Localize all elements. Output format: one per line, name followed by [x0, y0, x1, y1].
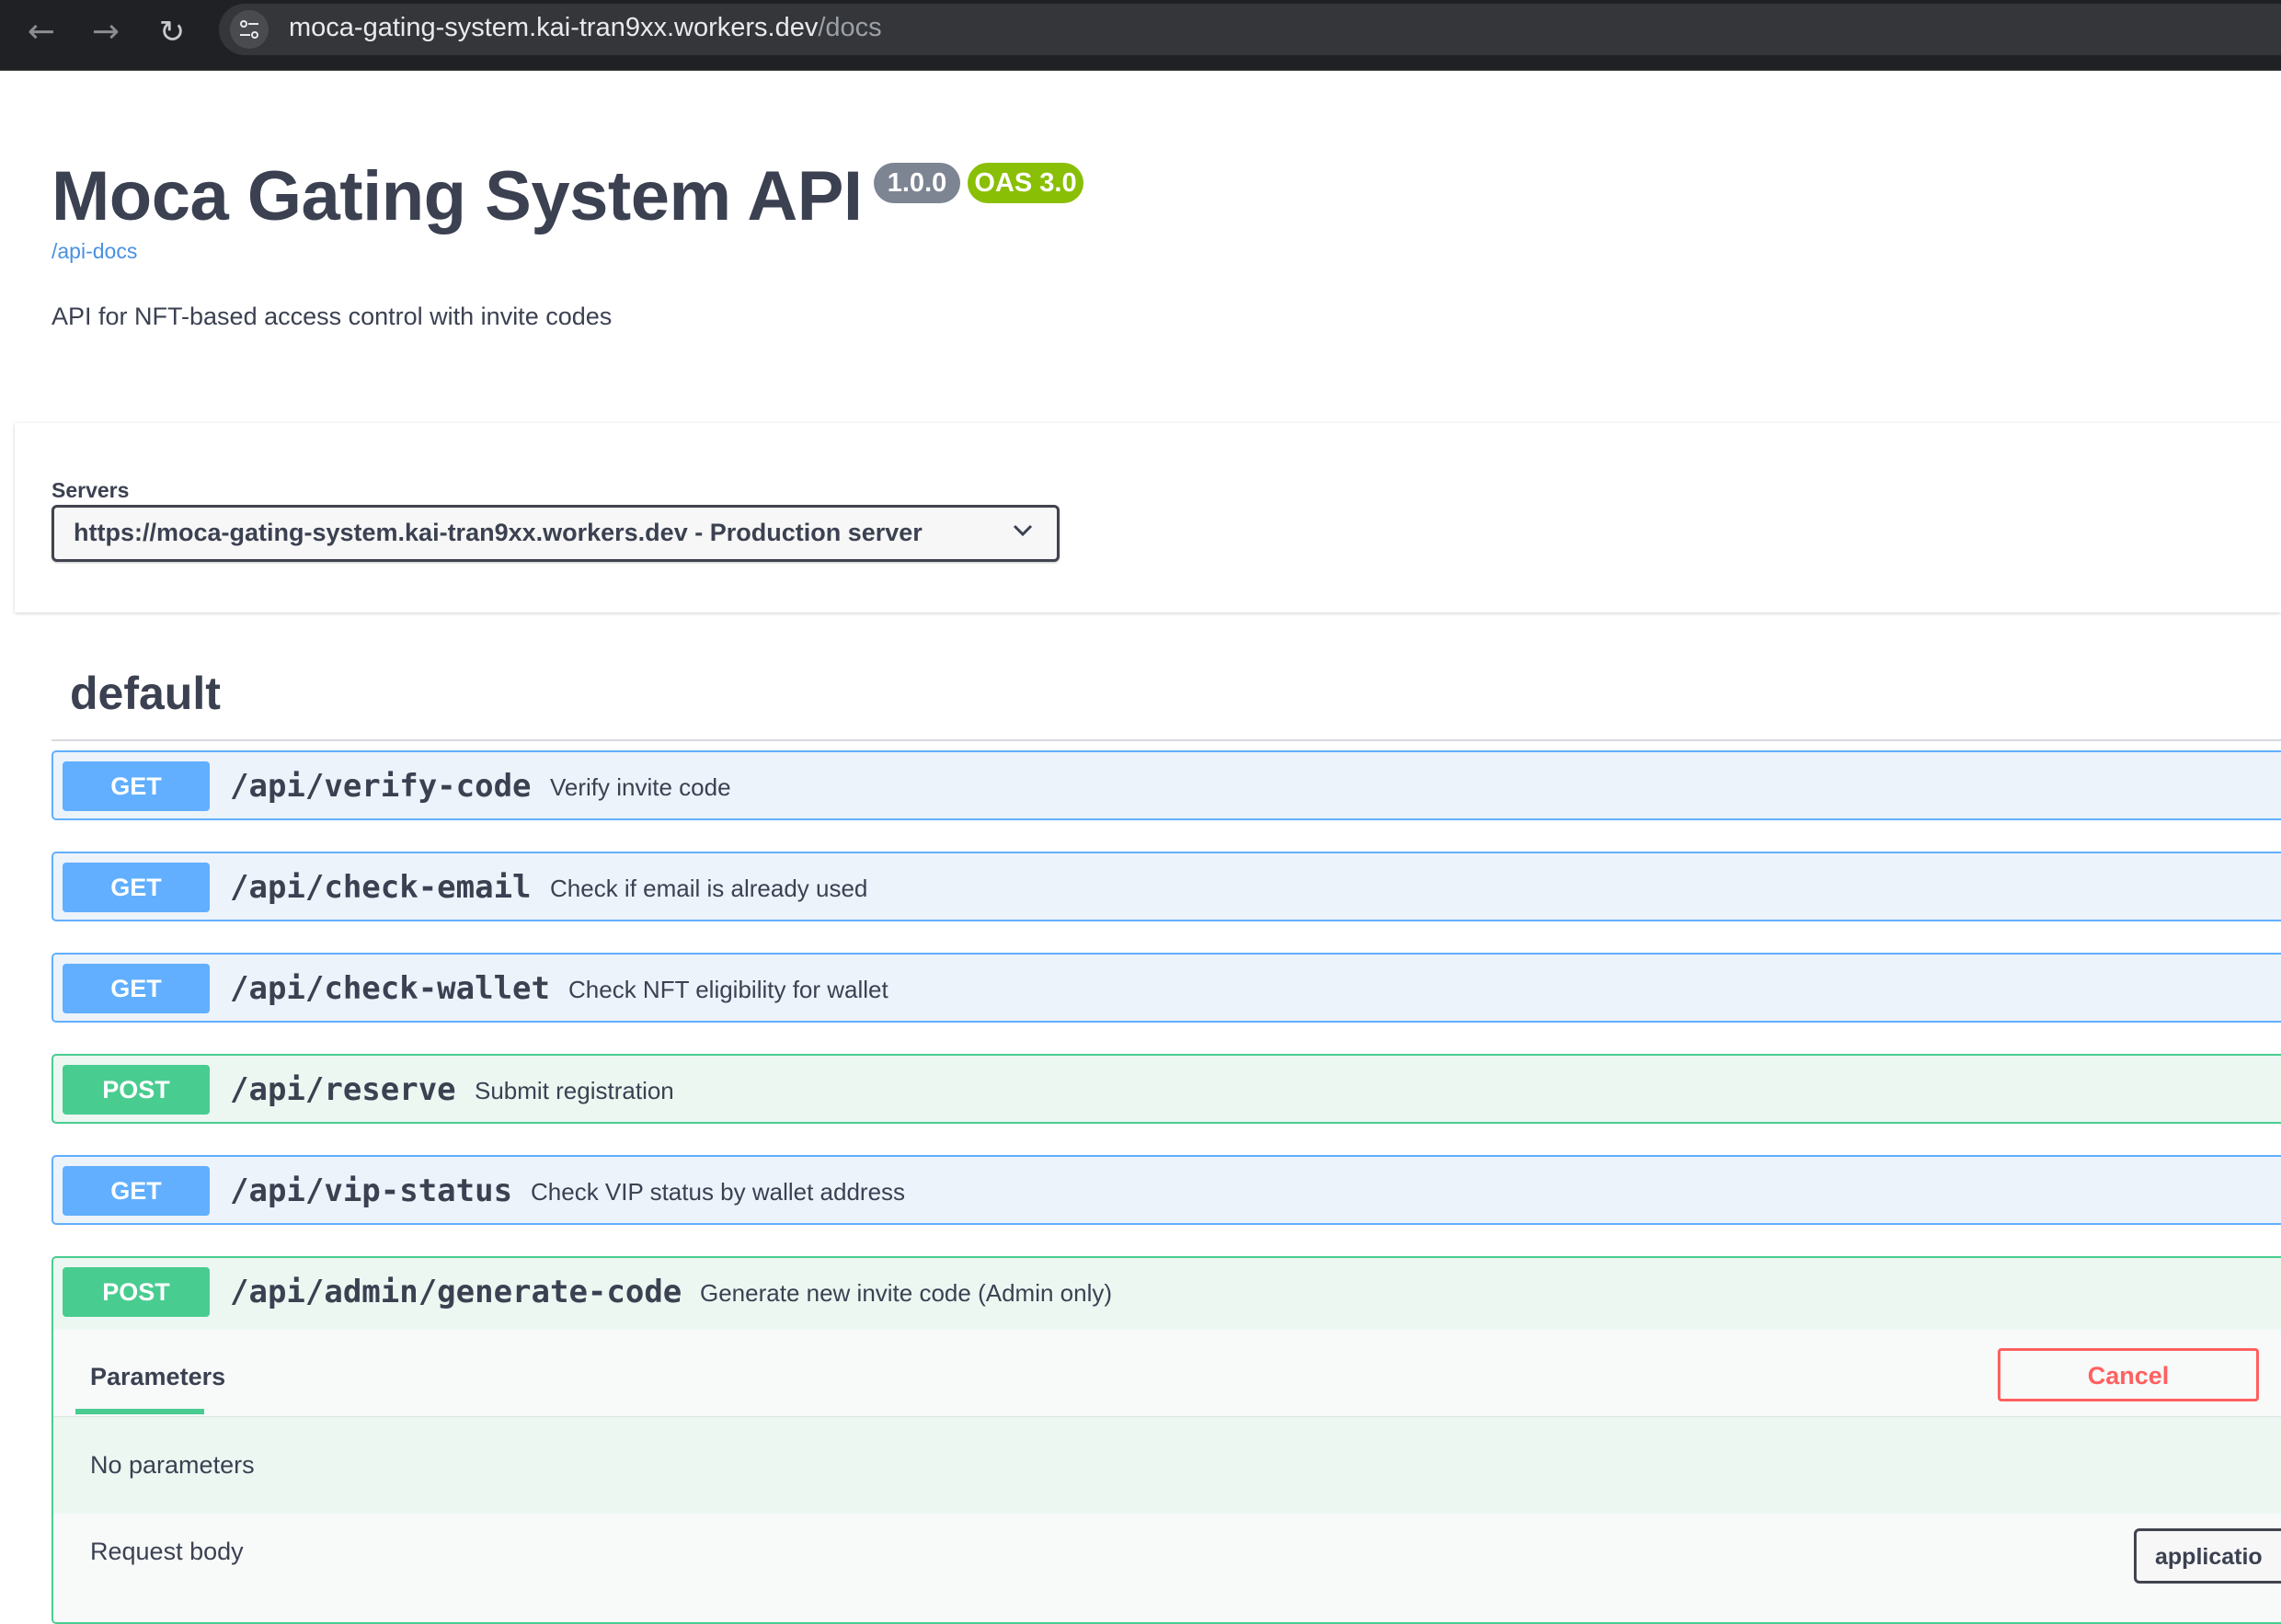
- operation-path: /api/check-wallet: [230, 970, 550, 1007]
- url-host: moca-gating-system.kai-tran9xx.workers.d…: [289, 13, 819, 42]
- api-title: Moca Gating System API: [52, 157, 863, 235]
- tab-parameters[interactable]: Parameters: [90, 1363, 225, 1391]
- forward-arrow-icon[interactable]: →: [83, 9, 129, 55]
- parameters-header: Parameters Cancel: [53, 1330, 2281, 1417]
- api-docs-link[interactable]: /api-docs: [52, 239, 137, 264]
- operation-path: /api/check-email: [230, 869, 532, 906]
- method-badge: GET: [63, 964, 210, 1013]
- browser-toolbar: ← → ↻ moca-gating-system.kai-tran9xx.wor…: [0, 0, 2281, 71]
- operation-path: /api/reserve: [230, 1071, 456, 1108]
- operation-post-reserve[interactable]: POST /api/reserve Submit registration: [52, 1054, 2281, 1124]
- oas-badge: OAS 3.0: [968, 163, 1083, 203]
- operation-summary: Generate new invite code (Admin only): [700, 1279, 1113, 1307]
- operation-get-vip-status[interactable]: GET /api/vip-status Check VIP status by …: [52, 1155, 2281, 1225]
- back-arrow-icon[interactable]: ←: [18, 9, 64, 55]
- server-select[interactable]: https://moca-gating-system.kai-tran9xx.w…: [52, 505, 1060, 562]
- method-badge: POST: [63, 1065, 210, 1115]
- version-badge: 1.0.0: [874, 163, 960, 203]
- tab-active-indicator: [75, 1409, 204, 1414]
- operation-summary: Check if email is already used: [550, 875, 868, 902]
- tag-heading-default[interactable]: default: [70, 667, 221, 720]
- operation-get-verify-code[interactable]: GET /api/verify-code Verify invite code: [52, 750, 2281, 820]
- operation-summary: Verify invite code: [550, 773, 731, 801]
- method-badge: GET: [63, 1166, 210, 1216]
- servers-panel: Servers https://moca-gating-system.kai-t…: [15, 423, 2281, 612]
- url-text[interactable]: moca-gating-system.kai-tran9xx.workers.d…: [289, 13, 882, 43]
- method-badge: GET: [63, 863, 210, 912]
- address-bar[interactable]: moca-gating-system.kai-tran9xx.workers.d…: [219, 4, 2281, 55]
- operation-get-check-wallet[interactable]: GET /api/check-wallet Check NFT eligibil…: [52, 953, 2281, 1023]
- tag-divider: [52, 739, 2281, 741]
- site-settings-icon[interactable]: [230, 10, 269, 49]
- operation-path: /api/verify-code: [230, 768, 532, 805]
- method-badge: POST: [63, 1267, 210, 1317]
- operation-path: /api/vip-status: [230, 1172, 513, 1209]
- operation-summary: Submit registration: [475, 1077, 674, 1104]
- request-body-label: Request body: [90, 1538, 244, 1565]
- method-badge: GET: [63, 761, 210, 811]
- operation-summary: Check VIP status by wallet address: [531, 1178, 906, 1206]
- operation-summary: Check NFT eligibility for wallet: [568, 976, 888, 1003]
- cancel-button[interactable]: Cancel: [1998, 1348, 2259, 1401]
- operation-get-check-email[interactable]: GET /api/check-email Check if email is a…: [52, 852, 2281, 921]
- server-selected-value: https://moca-gating-system.kai-tran9xx.w…: [74, 519, 923, 546]
- url-path: /docs: [818, 13, 882, 42]
- operation-path: /api/admin/generate-code: [230, 1274, 682, 1310]
- content-type-select[interactable]: applicatio: [2134, 1528, 2281, 1584]
- chevron-down-icon: [1013, 524, 1033, 537]
- no-parameters-text: No parameters: [90, 1451, 255, 1479]
- operation-post-admin-generate-code: POST /api/admin/generate-code Generate n…: [52, 1256, 2281, 1624]
- reload-icon[interactable]: ↻: [149, 9, 195, 55]
- servers-label: Servers: [52, 478, 130, 502]
- api-description: API for NFT-based access control with in…: [52, 303, 613, 330]
- operation-header[interactable]: POST /api/admin/generate-code Generate n…: [53, 1258, 2281, 1332]
- request-body-header: [53, 1514, 2281, 1622]
